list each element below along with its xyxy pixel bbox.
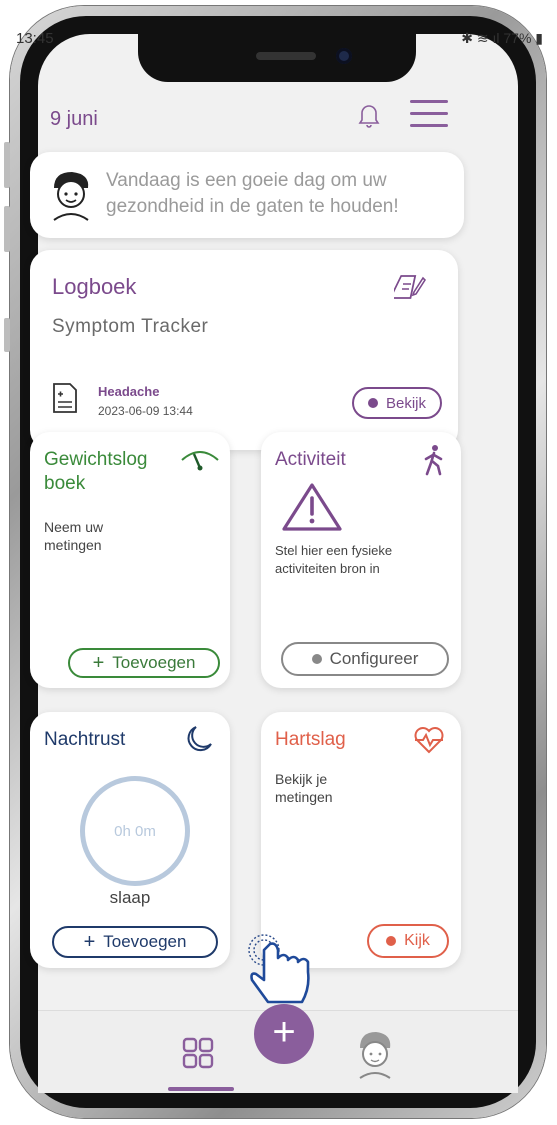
add-weight-label: Toevoegen xyxy=(112,653,196,672)
plus-icon: + xyxy=(83,930,96,953)
speaker xyxy=(256,52,316,60)
tap-hand-icon xyxy=(248,934,310,1004)
sleep-duration: 0h 0m xyxy=(114,822,156,840)
view-heart-button[interactable]: Kijk xyxy=(367,924,449,958)
dot-icon xyxy=(367,398,378,408)
bell-icon[interactable] xyxy=(358,102,380,128)
view-button-label: Bekijk xyxy=(385,394,426,412)
activity-card[interactable]: Activiteit Stel hier een fysieke activit… xyxy=(261,432,461,688)
status-icons: ✱ ≋ ıl 77% ▮ xyxy=(461,30,543,47)
heart-title: Hartslag xyxy=(275,729,346,750)
side-button xyxy=(4,318,10,352)
dot-icon xyxy=(311,654,322,664)
logbook-title: Logboek xyxy=(52,274,137,299)
status-time: 13:45 xyxy=(16,30,54,47)
activity-title: Activiteit xyxy=(275,449,346,470)
view-button[interactable]: Bekijk xyxy=(352,387,442,419)
grid-icon[interactable] xyxy=(182,1037,214,1069)
weight-title: Gewichtslog boek xyxy=(44,449,148,494)
avatar-icon xyxy=(53,172,89,221)
symptom-entry-name: Headache xyxy=(98,384,160,399)
add-weight-button[interactable]: + Toevoegen xyxy=(68,648,220,678)
dot-icon xyxy=(386,936,397,946)
logbook-subtitle: Symptom Tracker xyxy=(52,316,209,337)
date-label: 9 juni xyxy=(50,108,98,130)
notch xyxy=(138,34,416,82)
gauge-icon xyxy=(181,451,219,471)
add-sleep-label: Toevoegen xyxy=(103,932,187,951)
sleep-caption: slaap xyxy=(109,888,151,907)
heartbeat-icon xyxy=(414,727,444,754)
view-heart-label: Kijk xyxy=(404,932,430,949)
menu-icon[interactable] xyxy=(410,100,448,128)
add-sleep-button[interactable]: + Toevoegen xyxy=(52,926,218,958)
walking-icon xyxy=(424,445,443,476)
greeting-message: Vandaag is een goeie dag om uw gezondhei… xyxy=(106,170,399,217)
symptom-entry-date: 2023-06-09 13:44 xyxy=(98,404,193,418)
configure-button[interactable]: Configureer xyxy=(281,642,449,676)
side-button xyxy=(4,142,10,188)
logbook-card[interactable]: Logboek Symptom Tracker Headache 2023-06… xyxy=(30,250,458,450)
notepad-edit-icon[interactable] xyxy=(394,272,426,302)
sleep-ring: 0h 0m xyxy=(80,776,190,886)
wifi-signal-icon: ✱ ≋ ıl xyxy=(461,30,504,46)
message-card: Vandaag is een goeie dag om uw gezondhei… xyxy=(30,152,464,238)
plus-icon: + xyxy=(92,651,105,674)
configure-label: Configureer xyxy=(329,649,419,668)
warning-icon xyxy=(282,483,342,531)
weight-description: Neem uw metingen xyxy=(44,519,104,553)
add-button[interactable]: + xyxy=(254,1004,314,1064)
moon-icon xyxy=(187,726,212,752)
avatar-icon[interactable] xyxy=(354,1030,396,1080)
battery-icon: ▮ xyxy=(531,30,543,46)
battery-level: 77% xyxy=(503,30,532,46)
sleep-card[interactable]: Nachtrust 0h 0m slaap + Toevoegen xyxy=(30,712,230,968)
side-button xyxy=(4,206,10,252)
heart-description: Bekijk je metingen xyxy=(275,771,333,805)
document-icon xyxy=(53,383,77,413)
active-tab-indicator xyxy=(168,1087,234,1091)
camera xyxy=(336,48,352,64)
weight-card[interactable]: Gewichtslog boek Neem uw metingen + Toev… xyxy=(30,432,230,688)
activity-description: Stel hier een fysieke activiteiten bron … xyxy=(275,543,393,576)
sleep-title: Nachtrust xyxy=(44,729,126,750)
